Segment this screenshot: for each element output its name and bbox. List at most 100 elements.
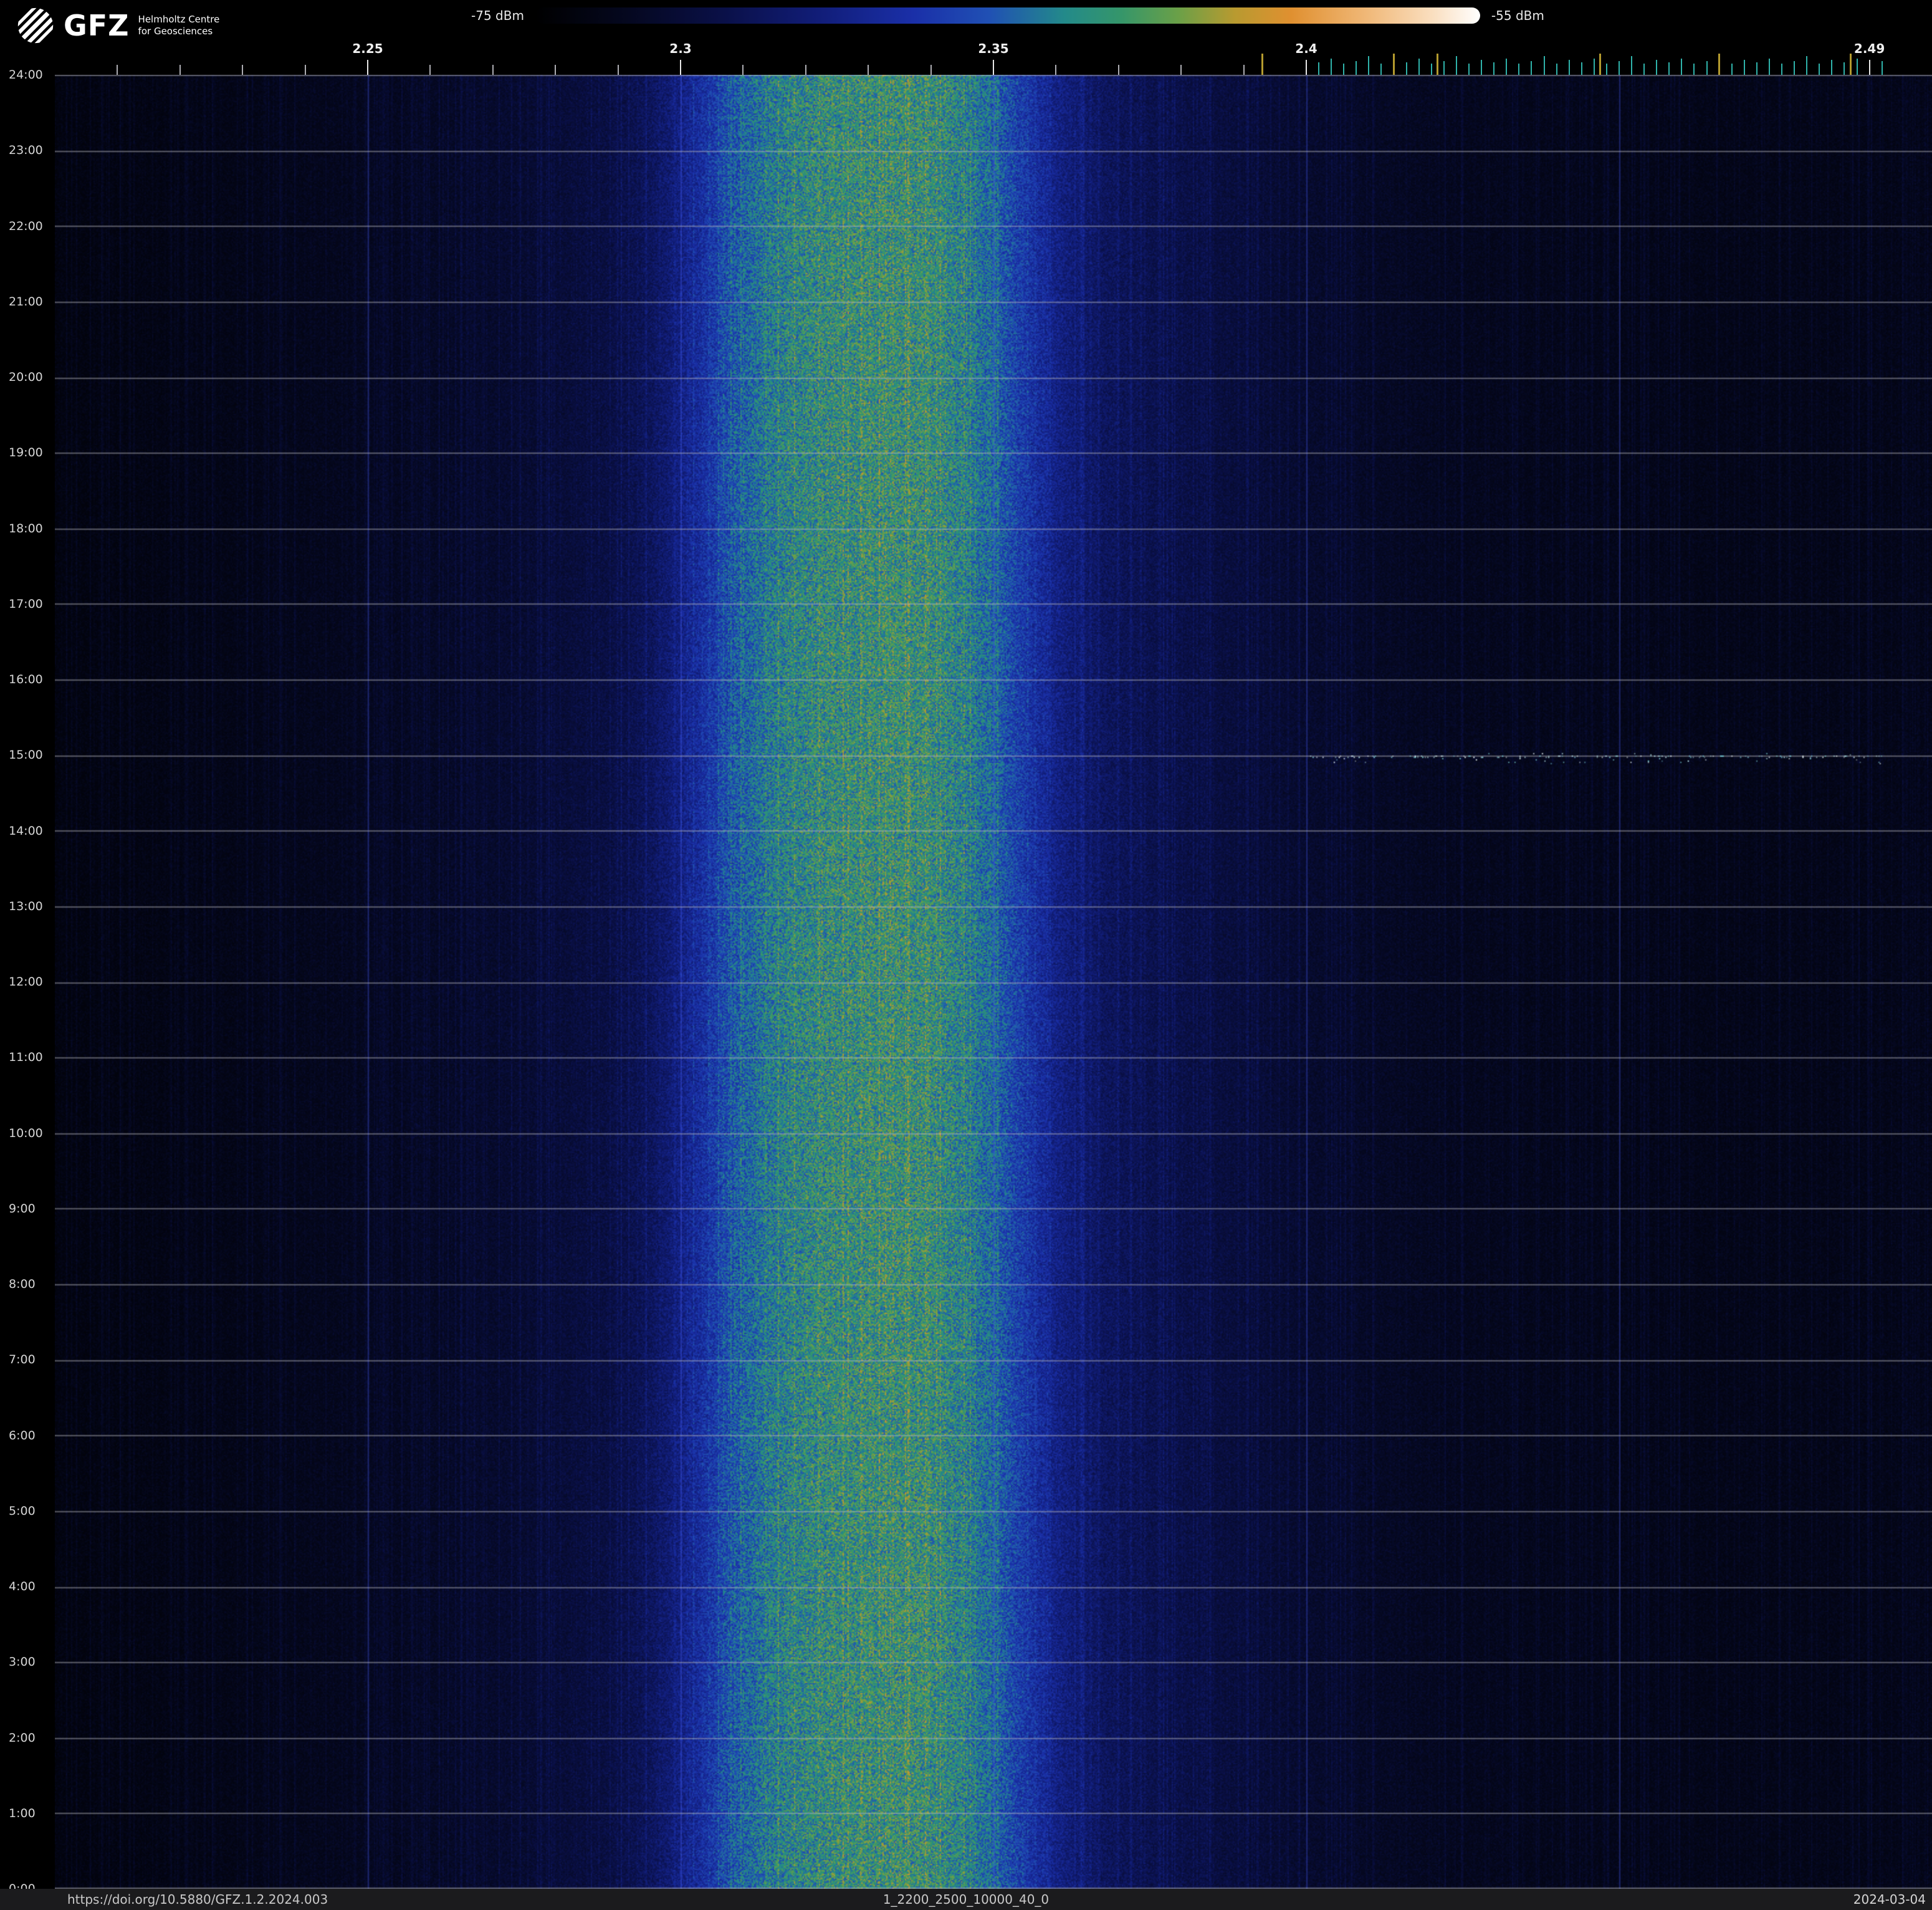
time-tick-label: 19:00 bbox=[9, 446, 43, 460]
date-label: 2024-03-04 bbox=[1853, 1892, 1926, 1907]
freq-channel-tick bbox=[1819, 64, 1820, 75]
freq-channel-tick bbox=[1343, 64, 1345, 75]
time-tick-label: 22:00 bbox=[9, 219, 43, 233]
freq-tick-label: 2.35 bbox=[978, 41, 1009, 56]
freq-minor-tick bbox=[304, 65, 306, 75]
freq-channel-tick bbox=[1368, 56, 1370, 75]
time-tick-label: 3:00 bbox=[9, 1655, 36, 1669]
time-tick-label: 14:00 bbox=[9, 823, 43, 838]
dataset-filename: 1_2200_2500_10000_40_0 bbox=[882, 1892, 1050, 1907]
freq-major-tick bbox=[993, 60, 994, 75]
time-tick-label: 13:00 bbox=[9, 899, 43, 913]
freq-minor-tick bbox=[868, 65, 869, 75]
freq-minor-tick bbox=[930, 65, 932, 75]
freq-channel-tick bbox=[1693, 64, 1695, 75]
freq-channel-tick bbox=[1481, 60, 1483, 75]
spectrogram-app: GFZ Helmholtz Centre for Geosciences -75… bbox=[0, 0, 1932, 1910]
freq-tick-label: 2.3 bbox=[669, 41, 692, 56]
freq-channel-tick bbox=[1605, 64, 1607, 75]
freq-minor-tick bbox=[1243, 65, 1245, 75]
time-tick-label: 8:00 bbox=[9, 1277, 36, 1291]
time-tick-label: 24:00 bbox=[9, 68, 43, 82]
freq-accent-tick bbox=[1599, 54, 1602, 75]
freq-channel-tick bbox=[1631, 56, 1633, 75]
freq-minor-tick bbox=[555, 65, 557, 75]
spectrogram-canvas bbox=[55, 75, 1932, 1889]
freq-tick-label: 2.25 bbox=[352, 41, 383, 56]
freq-accent-tick bbox=[1437, 54, 1439, 75]
time-tick-label: 23:00 bbox=[9, 143, 43, 158]
freq-channel-tick bbox=[1455, 56, 1457, 75]
freq-channel-tick bbox=[1781, 64, 1783, 75]
freq-minor-tick bbox=[1117, 65, 1119, 75]
footer-bar: https://doi.org/10.5880/GFZ.1.2.2024.003… bbox=[0, 1889, 1932, 1910]
time-tick-label: 4:00 bbox=[9, 1580, 36, 1593]
freq-minor-tick bbox=[492, 65, 494, 75]
freq-minor-tick bbox=[179, 65, 181, 75]
freq-channel-tick bbox=[1656, 60, 1658, 75]
time-tick-label: 2:00 bbox=[9, 1730, 36, 1745]
time-tick-label: 15:00 bbox=[9, 748, 43, 762]
freq-channel-tick bbox=[1768, 59, 1770, 75]
freq-channel-tick bbox=[1568, 60, 1570, 75]
freq-channel-tick bbox=[1619, 61, 1620, 75]
freq-channel-tick bbox=[1831, 60, 1833, 75]
freq-channel-tick bbox=[1593, 59, 1595, 75]
freq-channel-tick bbox=[1756, 62, 1757, 75]
freq-minor-tick bbox=[617, 65, 619, 75]
freq-minor-tick bbox=[1055, 65, 1057, 75]
freq-major-tick bbox=[1306, 60, 1307, 75]
freq-channel-tick bbox=[1418, 59, 1420, 75]
freq-accent-tick bbox=[1718, 54, 1721, 75]
freq-channel-tick bbox=[1556, 64, 1557, 75]
freq-channel-tick bbox=[1380, 64, 1382, 75]
time-axis: 24:00 23:00 22:00 21:00 20:00 19:00 18:00 17:00… bbox=[0, 68, 55, 1896]
freq-minor-tick bbox=[429, 65, 431, 75]
freq-accent-tick bbox=[1393, 54, 1395, 75]
freq-channel-tick bbox=[1405, 62, 1407, 75]
freq-minor-tick bbox=[1180, 65, 1182, 75]
time-tick-label: 21:00 bbox=[9, 294, 43, 309]
freq-channel-tick bbox=[1506, 59, 1508, 75]
time-tick-label: 17:00 bbox=[9, 597, 43, 611]
time-tick-label: 12:00 bbox=[9, 975, 43, 989]
time-tick-label: 20:00 bbox=[9, 370, 43, 384]
time-tick-label: 1:00 bbox=[9, 1806, 36, 1820]
time-tick-label: 11:00 bbox=[9, 1050, 43, 1065]
time-tick-label: 6:00 bbox=[9, 1428, 36, 1442]
freq-channel-tick bbox=[1668, 62, 1670, 75]
freq-channel-tick bbox=[1430, 64, 1432, 75]
freq-channel-tick bbox=[1706, 61, 1708, 75]
time-tick-label: 7:00 bbox=[9, 1353, 36, 1367]
freq-channel-tick bbox=[1856, 59, 1858, 75]
freq-channel-tick bbox=[1844, 62, 1845, 75]
freq-channel-tick bbox=[1318, 62, 1320, 75]
freq-channel-tick bbox=[1806, 56, 1808, 75]
doi-link[interactable]: https://doi.org/10.5880/GFZ.1.2.2024.003 bbox=[67, 1892, 328, 1907]
freq-minor-tick bbox=[805, 65, 806, 75]
freq-accent-tick bbox=[1261, 54, 1264, 75]
freq-channel-tick bbox=[1531, 61, 1533, 75]
gfz-logo-icon bbox=[16, 6, 55, 45]
time-tick-label: 5:00 bbox=[9, 1504, 36, 1518]
freq-channel-tick bbox=[1681, 59, 1683, 75]
freq-channel-tick bbox=[1794, 61, 1796, 75]
freq-channel-tick bbox=[1331, 59, 1332, 75]
freq-major-tick bbox=[680, 60, 681, 75]
time-tick-label: 9:00 bbox=[9, 1201, 36, 1216]
freq-channel-tick bbox=[1881, 61, 1883, 75]
time-tick-label: 10:00 bbox=[9, 1126, 43, 1140]
freq-major-tick bbox=[367, 60, 368, 75]
freq-channel-tick bbox=[1543, 56, 1545, 75]
freq-tick-label: 2.4 bbox=[1295, 41, 1317, 56]
time-tick-label: 18:00 bbox=[9, 521, 43, 535]
frequency-axis: 2.25 2.3 2.35 2.4 2.49 bbox=[55, 0, 1932, 75]
freq-channel-tick bbox=[1468, 64, 1470, 75]
freq-accent-tick bbox=[1849, 54, 1852, 75]
freq-channel-tick bbox=[1356, 61, 1357, 75]
freq-channel-tick bbox=[1743, 60, 1745, 75]
time-tick-label: 16:00 bbox=[9, 673, 43, 686]
freq-minor-tick bbox=[117, 65, 118, 75]
freq-channel-tick bbox=[1643, 64, 1645, 75]
freq-minor-tick bbox=[242, 65, 244, 75]
